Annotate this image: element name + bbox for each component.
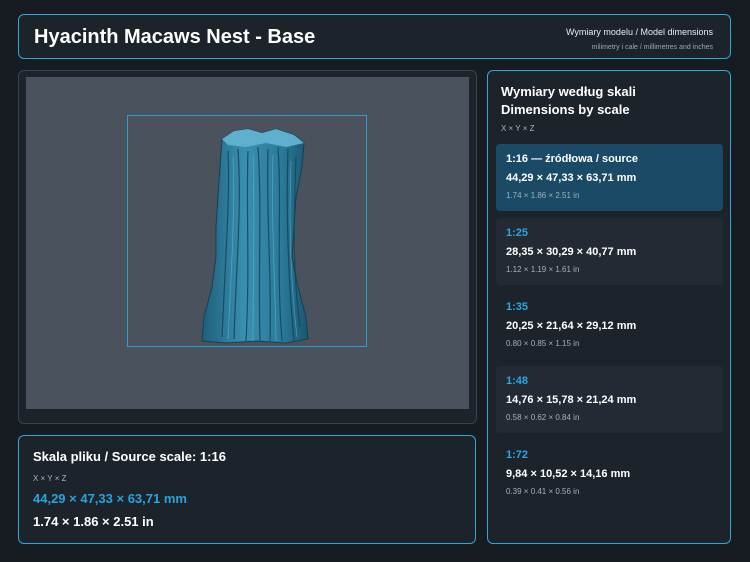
scales-title-pl: Wymiary według skali	[501, 84, 636, 99]
header-bar: Hyacinth Macaws Nest - Base Wymiary mode…	[18, 14, 731, 59]
scale-card-1-35[interactable]: 1:35 20,25 × 21,64 × 29,12 mm 0.80 × 0.8…	[496, 292, 723, 359]
scale-ratio: 1:25	[506, 227, 529, 239]
source-scale-panel: Skala pliku / Source scale: 1:16 X × Y ×…	[18, 435, 476, 544]
scale-dimensions-inches: 0.39 × 0.41 × 0.56 in	[506, 487, 580, 496]
source-dimensions-mm: 44,29 × 47,33 × 63,71 mm	[33, 491, 187, 506]
model-dimensions-label: Wymiary modelu / Model dimensions	[566, 27, 713, 37]
scale-dimensions-mm: 44,29 × 47,33 × 63,71 mm	[506, 172, 637, 184]
model-viewer-frame	[18, 70, 477, 424]
page-title: Hyacinth Macaws Nest - Base	[34, 26, 316, 48]
scale-dimensions-inches: 0.80 × 0.85 × 1.15 in	[506, 339, 580, 348]
scale-dimensions-inches: 0.58 × 0.62 × 0.84 in	[506, 413, 580, 422]
model-viewport[interactable]	[26, 77, 469, 409]
scale-dimensions-inches: 1.74 × 1.86 × 2.51 in	[506, 191, 580, 200]
scales-title-en: Dimensions by scale	[501, 102, 630, 117]
scale-ratio: 1:35	[506, 301, 529, 313]
tree-stump-model	[201, 128, 309, 344]
scale-dimensions-mm: 9,84 × 10,52 × 14,16 mm	[506, 468, 631, 480]
scale-card-1-48[interactable]: 1:48 14,76 × 15,78 × 21,24 mm 0.58 × 0.6…	[496, 366, 723, 433]
scale-card-1-72[interactable]: 1:72 9,84 × 10,52 × 14,16 mm 0.39 × 0.41…	[496, 440, 723, 507]
scales-panel: Wymiary według skali Dimensions by scale…	[487, 70, 731, 544]
scale-dimensions-inches: 1.12 × 1.19 × 1.61 in	[506, 265, 580, 274]
scale-card-1-16[interactable]: 1:16 — źródłowa / source 44,29 × 47,33 ×…	[496, 144, 723, 211]
scale-ratio: 1:72	[506, 449, 529, 461]
source-scale-title: Skala pliku / Source scale: 1:16	[33, 449, 226, 464]
scale-card-1-25[interactable]: 1:25 28,35 × 30,29 × 40,77 mm 1.12 × 1.1…	[496, 218, 723, 285]
scale-dimensions-mm: 20,25 × 21,64 × 29,12 mm	[506, 320, 637, 332]
axes-label: X × Y × Z	[501, 124, 535, 133]
axes-label: X × Y × Z	[33, 474, 67, 483]
scale-ratio: 1:16 — źródłowa / source	[506, 153, 639, 165]
scale-dimensions-mm: 28,35 × 30,29 × 40,77 mm	[506, 246, 637, 258]
units-label: milimetry i cale / millimetres and inche…	[591, 44, 713, 51]
source-dimensions-inches: 1.74 × 1.86 × 2.51 in	[33, 514, 154, 529]
scale-dimensions-mm: 14,76 × 15,78 × 21,24 mm	[506, 394, 637, 406]
scale-ratio: 1:48	[506, 375, 529, 387]
